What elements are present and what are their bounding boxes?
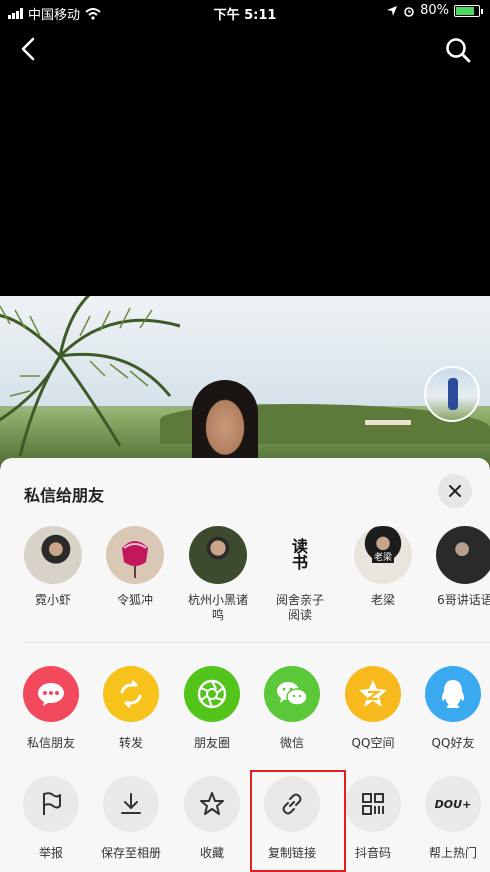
friend-name: 6哥讲话语 bbox=[437, 593, 490, 607]
friend-item[interactable]: 6哥讲话语 bbox=[424, 526, 490, 608]
repost-button[interactable]: 转发 bbox=[91, 666, 171, 751]
person-in-video bbox=[192, 380, 258, 466]
divider bbox=[24, 642, 490, 643]
tool-actions-row: 举报 保存至相册 收藏 复制链接 抖音码 DOU+ 帮上热门 bbox=[0, 776, 490, 866]
friend-item[interactable]: 读书 阅舍亲子 阅读 bbox=[259, 526, 341, 623]
qr-code-icon bbox=[362, 793, 384, 815]
friend-name: 令狐冲 bbox=[116, 593, 153, 607]
chat-bubble-icon bbox=[38, 683, 64, 706]
alarm-icon bbox=[404, 6, 414, 17]
qq-icon bbox=[441, 680, 465, 708]
highlight-box bbox=[250, 770, 346, 872]
repost-icon bbox=[120, 680, 142, 708]
palm-tree-image bbox=[0, 296, 181, 456]
friend-item[interactable]: 杭州小黑诸 鸣 bbox=[177, 526, 259, 623]
dou-plus-button[interactable]: DOU+ 帮上热门 bbox=[413, 776, 490, 861]
battery-percent: 80% bbox=[420, 3, 449, 18]
battery-icon bbox=[454, 4, 483, 17]
avatar bbox=[24, 526, 82, 584]
search-icon[interactable] bbox=[444, 36, 472, 64]
share-sheet: 私信给朋友 霓小虾 令狐冲 杭州小黑诸 鸣 读书 阅舍亲子 阅读 老梁 老梁 6… bbox=[0, 458, 490, 872]
friend-item[interactable]: 霓小虾 bbox=[12, 526, 94, 608]
avatar: 老梁 bbox=[354, 526, 412, 584]
location-icon bbox=[387, 5, 398, 16]
report-button[interactable]: 举报 bbox=[11, 776, 91, 861]
qzone-button[interactable]: QQ空间 bbox=[333, 666, 413, 751]
friend-item[interactable]: 令狐冲 bbox=[94, 526, 176, 608]
moments-icon bbox=[197, 679, 227, 709]
avatar bbox=[436, 526, 490, 584]
download-icon bbox=[121, 793, 141, 814]
avatar bbox=[189, 526, 247, 584]
sheet-title: 私信给朋友 bbox=[24, 486, 105, 505]
star-icon bbox=[200, 792, 224, 815]
close-button[interactable] bbox=[438, 474, 472, 508]
close-icon bbox=[449, 485, 461, 497]
qq-button[interactable]: QQ好友 bbox=[413, 666, 490, 751]
friend-name: 杭州小黑诸 鸣 bbox=[187, 593, 248, 622]
avatar bbox=[106, 526, 164, 584]
moments-button[interactable]: 朋友圈 bbox=[172, 666, 252, 751]
friends-row: 霓小虾 令狐冲 杭州小黑诸 鸣 读书 阅舍亲子 阅读 老梁 老梁 6哥讲话语 bbox=[0, 526, 490, 636]
friend-name: 老梁 bbox=[370, 593, 395, 607]
status-bar: 中国移动 下午 5:11 80% bbox=[0, 0, 490, 26]
share-actions-row: 私信朋友 转发 朋友圈 微信 QQ空间 QQ好友 bbox=[0, 666, 490, 756]
favorite-button[interactable]: 收藏 bbox=[172, 776, 252, 861]
back-icon[interactable] bbox=[14, 34, 44, 64]
friend-item[interactable]: 老梁 老梁 bbox=[342, 526, 424, 608]
friend-name: 霓小虾 bbox=[34, 593, 71, 607]
flag-icon bbox=[43, 792, 61, 815]
dou-plus-icon: DOU+ bbox=[434, 797, 472, 811]
private-message-button[interactable]: 私信朋友 bbox=[11, 666, 91, 751]
friend-name: 阅舍亲子 阅读 bbox=[275, 593, 324, 622]
qzone-icon bbox=[359, 680, 387, 707]
avatar: 读书 bbox=[271, 526, 329, 584]
floating-thumbnail[interactable] bbox=[424, 366, 480, 422]
wechat-button[interactable]: 微信 bbox=[252, 666, 332, 751]
save-to-album-button[interactable]: 保存至相册 bbox=[91, 776, 171, 861]
video-frame[interactable] bbox=[0, 296, 490, 466]
wechat-icon bbox=[277, 682, 308, 706]
